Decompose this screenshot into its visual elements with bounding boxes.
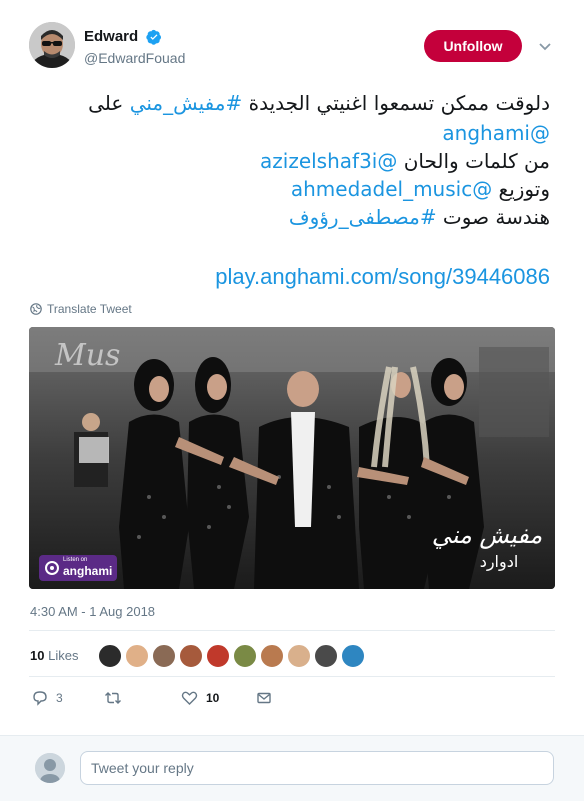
tweet-line: play.anghami.com/song/39446086 <box>30 262 550 292</box>
direct-message-action[interactable] <box>256 688 272 708</box>
tweet-link[interactable]: #مصطفى_رؤوف <box>289 205 437 229</box>
background-sign: Mus <box>54 338 120 373</box>
liker-avatar[interactable] <box>125 644 149 668</box>
translate-tweet[interactable]: Translate Tweet <box>30 302 132 316</box>
author-name[interactable]: Edward <box>84 28 138 45</box>
tweet-link[interactable]: @azizelshaf3i <box>260 149 397 173</box>
reply-input[interactable] <box>80 751 554 785</box>
badge-small-text: Listen on <box>63 557 88 563</box>
badge-brand-text: anghami <box>63 564 113 578</box>
author-avatar[interactable] <box>29 22 75 68</box>
tweet-link[interactable]: #مفيش_مني <box>130 91 243 115</box>
liker-avatar[interactable] <box>260 644 284 668</box>
tweet-link[interactable]: @anghami <box>442 121 550 145</box>
reply-count: 3 <box>56 691 63 705</box>
chevron-down-icon[interactable] <box>537 38 553 54</box>
liker-avatar[interactable] <box>206 644 230 668</box>
tweet-media-image[interactable]: Mus مفيش مني ادوارد Listen on anghami <box>29 327 555 589</box>
tweet-link[interactable]: play.anghami.com/song/39446086 <box>215 264 550 289</box>
globe-icon <box>30 303 42 315</box>
divider <box>29 630 555 631</box>
message-icon <box>257 692 271 704</box>
reply-bar <box>0 735 584 801</box>
likes-number: 10 <box>30 648 45 663</box>
artist-name-art: ادوارد <box>480 552 519 572</box>
liker-avatar[interactable] <box>179 644 203 668</box>
tweet-line: وتوزيع @ahmedadel_music <box>30 174 550 204</box>
liker-avatar[interactable] <box>152 644 176 668</box>
divider <box>29 676 555 677</box>
heart-icon <box>181 691 198 705</box>
tweet-line: دلوقت ممكن تسمعوا اغنيتي الجديدة #مفيش_م… <box>30 88 550 118</box>
likes-label: Likes <box>48 648 79 663</box>
liker-avatar[interactable] <box>287 644 311 668</box>
like-action[interactable]: 10 <box>181 688 219 708</box>
tweet-text-segment: على <box>88 91 130 115</box>
anghami-logo-icon <box>45 561 59 575</box>
author-handle[interactable]: @EdwardFouad <box>84 50 185 66</box>
tweet-line: هندسة صوت #مصطفى_رؤوف <box>30 202 550 232</box>
likes-count[interactable]: 10 Likes <box>30 648 78 663</box>
translate-label: Translate Tweet <box>47 302 132 316</box>
tweet-text-segment: من كلمات والحان <box>397 149 550 173</box>
liker-avatar[interactable] <box>314 644 338 668</box>
tweet-timestamp[interactable]: 4:30 AM - 1 Aug 2018 <box>30 604 155 619</box>
retweet-action[interactable] <box>104 688 130 708</box>
liker-avatar[interactable] <box>98 644 122 668</box>
unfollow-button[interactable]: Unfollow <box>424 30 522 62</box>
tweet-text-segment: وتوزيع <box>492 177 550 201</box>
media-photo: Mus مفيش مني ادوارد <box>29 327 555 589</box>
tweet-line: @anghami <box>30 118 550 148</box>
liker-avatar[interactable] <box>341 644 365 668</box>
tweet-line: من كلمات والحان @azizelshaf3i <box>30 146 550 176</box>
anghami-badge[interactable]: Listen on anghami <box>39 555 117 581</box>
user-avatar[interactable] <box>35 753 65 783</box>
reply-action[interactable]: 3 <box>32 688 63 708</box>
song-title-art: مفيش مني <box>432 521 543 549</box>
tweet-card: Edward @EdwardFouad Unfollow دلوقت ممكن … <box>0 0 584 735</box>
verified-icon <box>146 29 161 45</box>
reply-icon <box>33 691 47 706</box>
retweet-icon <box>105 692 121 704</box>
liker-avatar[interactable] <box>233 644 257 668</box>
like-count: 10 <box>206 691 220 705</box>
tweet-text-segment: هندسة صوت <box>436 205 550 229</box>
tweet-link[interactable]: @ahmedadel_music <box>291 177 492 201</box>
tweet-text-segment: دلوقت ممكن تسمعوا اغنيتي الجديدة <box>242 91 550 115</box>
